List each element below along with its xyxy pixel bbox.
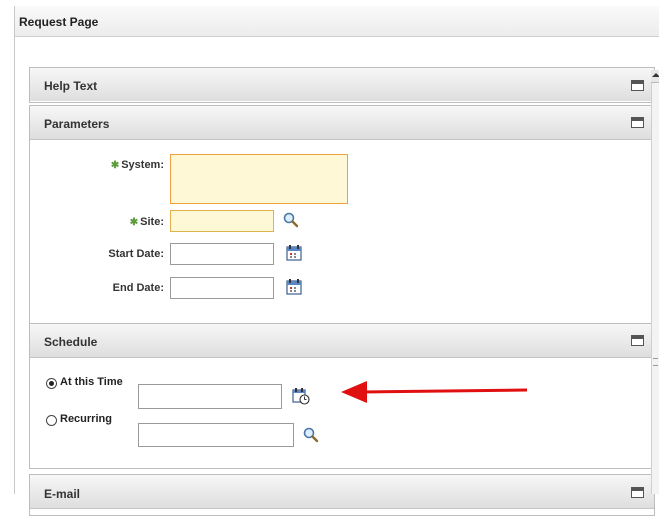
- end-date-field[interactable]: [170, 277, 274, 299]
- email-title: E-mail: [44, 487, 81, 501]
- scroll-up-icon[interactable]: [651, 70, 659, 83]
- parameters-header[interactable]: Parameters: [30, 106, 654, 140]
- recurring-field[interactable]: [138, 423, 294, 447]
- help-text-toggle-icon[interactable]: [631, 80, 644, 91]
- site-label: ✱ Site:: [129, 216, 164, 228]
- email-collapse-icon[interactable]: [631, 487, 644, 498]
- calendar-icon[interactable]: [285, 278, 303, 296]
- start-date-field[interactable]: [170, 243, 274, 265]
- page-content: Help Text Parameters ✱ System: ✱ Site: Sta…: [15, 37, 659, 516]
- parameters-panel: Parameters ✱ System: ✱ Site: Start Date: E…: [29, 105, 655, 325]
- schedule-title: Schedule: [44, 335, 98, 349]
- help-text-panel: Help Text: [29, 67, 655, 103]
- help-text-header[interactable]: Help Text: [30, 68, 654, 101]
- calendar-clock-icon[interactable]: [292, 387, 310, 405]
- email-header[interactable]: E-mail: [30, 475, 654, 509]
- red-arrow-annotation: [341, 381, 528, 403]
- schedule-header[interactable]: Schedule: [30, 324, 654, 358]
- email-panel: E-mail: [29, 474, 655, 516]
- required-star-icon: ✱: [129, 217, 139, 228]
- window-title: Request Page: [19, 15, 99, 29]
- end-date-label: End Date:: [112, 282, 164, 294]
- at-this-time-radio[interactable]: [46, 378, 57, 389]
- required-star-icon: ✱: [110, 160, 120, 171]
- scrollbar-grip-icon[interactable]: [653, 358, 658, 366]
- recurring-radio[interactable]: [46, 415, 57, 426]
- help-text-title: Help Text: [44, 79, 98, 93]
- vertical-scrollbar[interactable]: [651, 70, 659, 494]
- calendar-icon[interactable]: [285, 244, 303, 262]
- parameters-collapse-icon[interactable]: [631, 117, 644, 128]
- at-this-time-label[interactable]: At this Time: [60, 376, 123, 388]
- system-field[interactable]: [170, 154, 348, 204]
- schedule-collapse-icon[interactable]: [631, 335, 644, 346]
- parameters-title: Parameters: [44, 117, 110, 131]
- site-field[interactable]: [170, 210, 274, 232]
- window-titlebar: Request Page: [15, 6, 659, 37]
- recurring-label[interactable]: Recurring: [60, 413, 112, 425]
- at-this-time-field[interactable]: [138, 384, 282, 409]
- system-label: ✱ System:: [110, 159, 164, 171]
- magnifier-icon[interactable]: [302, 426, 320, 444]
- request-page-window: Request Page Help Text Parameters ✱ Syste…: [14, 6, 659, 516]
- magnifier-icon[interactable]: [282, 211, 300, 229]
- start-date-label: Start Date:: [108, 248, 164, 260]
